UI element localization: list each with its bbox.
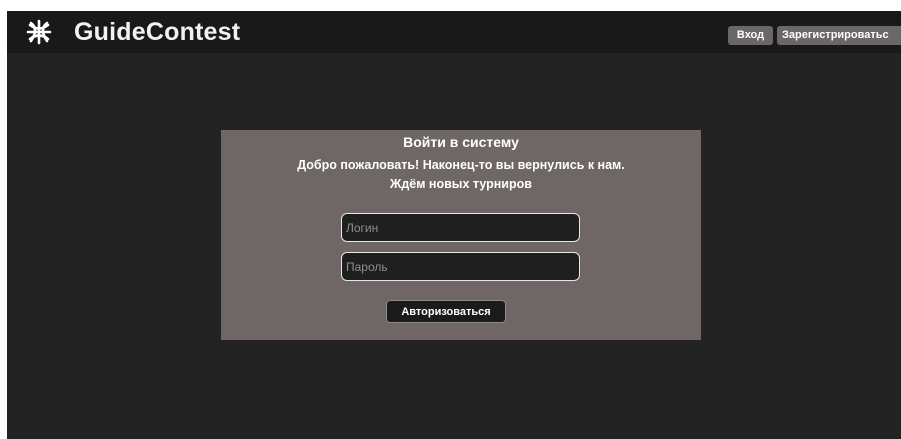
welcome-message-line1: Добро пожаловать! Наконец-то вы вернулис…	[297, 158, 625, 172]
page: GuideContest Вход Зарегистрироватьс Войт…	[7, 11, 901, 439]
login-button[interactable]: Вход	[728, 26, 773, 45]
password-input[interactable]	[341, 252, 580, 281]
top-navbar: GuideContest Вход Зарегистрироватьс	[7, 11, 901, 53]
brand-title[interactable]: GuideContest	[74, 18, 240, 47]
login-input[interactable]	[341, 213, 580, 242]
basketball-icon[interactable]	[24, 17, 54, 47]
login-title: Войти в систему	[403, 134, 519, 150]
login-panel: Войти в систему Добро пожаловать! Наконе…	[221, 130, 701, 340]
authorize-button[interactable]: Авторизоваться	[386, 300, 506, 323]
welcome-message-line2: Ждём новых турниров	[390, 177, 532, 191]
register-button[interactable]: Зарегистрироватьс	[777, 26, 901, 45]
